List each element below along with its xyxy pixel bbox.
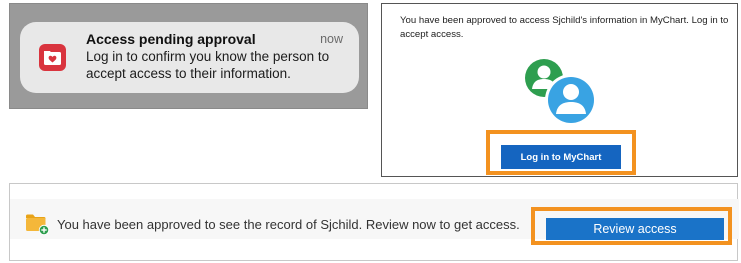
- email-message: You have been approved to access Sjchild…: [400, 15, 729, 40]
- notification-title: Access pending approval: [86, 31, 256, 47]
- notification-card[interactable]: Access pending approval now Log in to co…: [20, 22, 359, 93]
- login-button-highlight: Log in to MyChart: [486, 130, 636, 175]
- folder-plus-icon: [25, 213, 51, 237]
- heart-folder-icon: [39, 44, 66, 71]
- mychart-email-panel: You have been approved to access Sjchild…: [381, 3, 738, 177]
- blue-person-icon: [545, 74, 597, 126]
- log-in-to-mychart-button[interactable]: Log in to MyChart: [501, 145, 621, 169]
- review-button-highlight: Review access: [531, 207, 732, 245]
- banner-message: You have been approved to see the record…: [57, 217, 520, 232]
- phone-notification-panel: Access pending approval now Log in to co…: [9, 3, 368, 109]
- review-access-button[interactable]: Review access: [546, 218, 724, 240]
- avatar-group: [522, 57, 597, 127]
- approval-flow-screens: Access pending approval now Log in to co…: [0, 0, 741, 263]
- notification-time: now: [320, 32, 343, 46]
- record-approval-banner: You have been approved to see the record…: [9, 183, 739, 261]
- notification-body: Log in to confirm you know the person to…: [86, 49, 330, 81]
